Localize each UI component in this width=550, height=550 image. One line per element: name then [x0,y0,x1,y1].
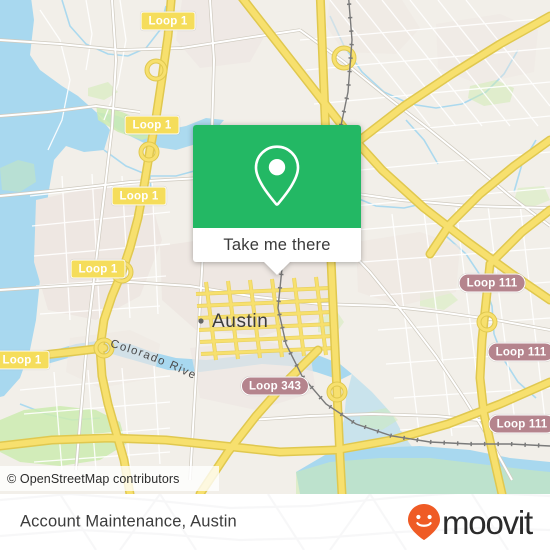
city-dot [198,318,204,324]
attribution-text: © OpenStreetMap contributors [7,471,180,486]
road-shield: Loop 111 [458,273,526,293]
map-attribution: © OpenStreetMap contributors [0,466,219,491]
road-shield: Loop 1 [111,186,167,206]
page-title: Account Maintenance, Austin [20,512,237,531]
station-popup[interactable]: Take me there [193,125,361,275]
moovit-pin-icon [408,504,440,540]
take-me-there-button[interactable]: Take me there [193,228,361,262]
road-shield: Loop 1 [124,115,180,135]
road-shield: Loop 111 [488,414,550,434]
popup-header [193,125,361,228]
map-canvas[interactable]: Colorado River Austin Loop 1Loop 1Loop 1… [0,0,550,494]
popup-card: Take me there [193,125,361,262]
moovit-logo[interactable]: moovit [407,503,533,541]
moovit-station-map-page: Colorado River Austin Loop 1Loop 1Loop 1… [0,0,550,550]
road-shield: Loop 1 [0,350,50,370]
moovit-wordmark: moovit [442,503,533,541]
popup-tail [263,261,291,275]
road-shield: Loop 1 [140,11,196,31]
bottom-info-bar: Account Maintenance, Austin moovit [0,494,550,550]
road-shield: Loop 1 [70,259,126,279]
city-label: Austin [212,311,268,332]
map-pin-icon [254,144,300,206]
road-shield: Loop 111 [487,342,550,362]
road-shield: Loop 343 [240,376,310,396]
